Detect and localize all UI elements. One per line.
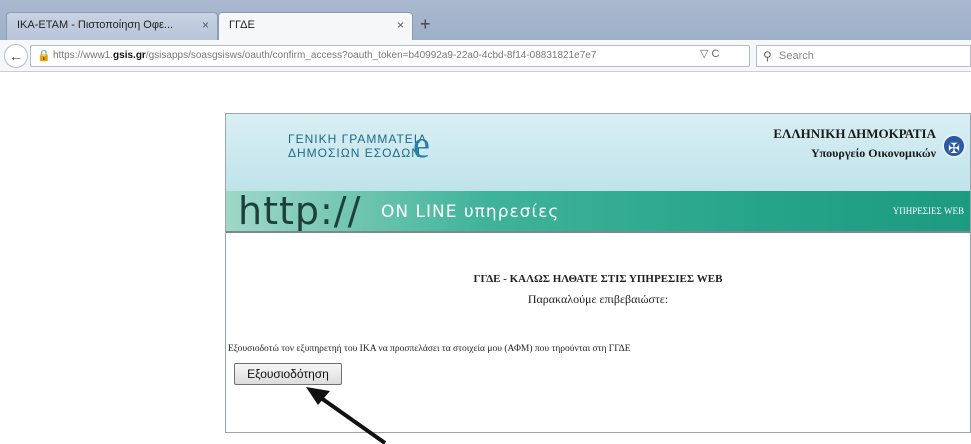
- close-tab-icon[interactable]: ×: [397, 18, 404, 32]
- back-arrow-icon[interactable]: ←: [4, 44, 28, 68]
- ministry-name: Υπουργείο Οικονομικών: [810, 146, 936, 160]
- search-placeholder: Search: [779, 50, 814, 62]
- http-logo-text: http://: [238, 189, 362, 233]
- republic-title: ΕΛΛΗΝΙΚΗ ΔΗΜΟΚΡΑΤΙΑ Υπουργείο Οικονομικώ…: [773, 126, 936, 161]
- url-path: /gsisapps/soasgsisws/oauth/confirm_acces…: [145, 50, 597, 61]
- welcome-heading: ΓΓΔΕ - ΚΑΛΩΣ ΗΛΘΑΤΕ ΣΤΙΣ ΥΠΗΡΕΣΙΕΣ WEB: [473, 273, 723, 285]
- search-icon: ⚲: [763, 49, 772, 63]
- tab-ggde-label: ΓΓΔΕ: [229, 19, 255, 31]
- web-services-label: ΥΠΗΡΕΣΙΕΣ WEB: [892, 206, 964, 216]
- consent-text: Εξουσιοδοτώ τον εξυπηρετηή του ΙΚΑ να πρ…: [228, 344, 631, 354]
- close-tab-icon[interactable]: ×: [202, 18, 209, 32]
- search-input[interactable]: ⚲ Search: [756, 45, 971, 67]
- pointer-arrow-icon: [306, 387, 387, 444]
- republic-name: ΕΛΛΗΝΙΚΗ ΔΗΜΟΚΡΑΤΙΑ: [773, 126, 936, 141]
- reload-icon[interactable]: ▽ C: [700, 47, 719, 60]
- url-prefix: https://www1.: [53, 50, 114, 61]
- tab-strip: ΙΚΑ-ΕΤΑΜ - Πιστοποίηση Οφε... × ΓΓΔΕ × +: [0, 0, 971, 40]
- lock-icon: 🔒: [37, 50, 51, 62]
- gsis-line-1: ΓΕΝΙΚΗ ΓΡΑΜΜΑΤΕΙΑ: [288, 132, 428, 146]
- navigation-bar: ← 🔒 https://www1.gsis.gr/gsisapps/soasgs…: [0, 40, 971, 72]
- address-bar[interactable]: 🔒 https://www1.gsis.gr/gsisapps/soasgsis…: [30, 45, 750, 67]
- header-banner: ΓΕΝΙΚΗ ΓΡΑΜΜΑΤΕΙΑ ΔΗΜΟΣΙΩΝ ΕΣΟΔΩΝ e ΕΛΛΗ…: [226, 114, 970, 191]
- new-tab-icon[interactable]: +: [420, 14, 431, 35]
- online-services-strip: http:// ON LINE υπηρεσίες ΥΠΗΡΕΣΙΕΣ WEB: [226, 189, 970, 233]
- tab-ika[interactable]: ΙΚΑ-ΕΤΑΜ - Πιστοποίηση Οφε... ×: [6, 12, 218, 40]
- gsis-logo-text: ΓΕΝΙΚΗ ΓΡΑΜΜΑΤΕΙΑ ΔΗΜΟΣΙΩΝ ΕΣΟΔΩΝ: [288, 132, 427, 160]
- online-services-text: ON LINE υπηρεσίες: [381, 202, 560, 222]
- e-logo-icon: e: [413, 124, 430, 166]
- confirm-prompt: Παρακαλούμε επιβεβαιώστε:: [527, 292, 669, 306]
- greek-crest-icon: ✠: [942, 134, 966, 158]
- gsis-line-2: ΔΗΜΟΣΙΩΝ ΕΣΟΔΩΝ: [288, 146, 421, 160]
- tab-ggde[interactable]: ΓΓΔΕ ×: [218, 12, 413, 40]
- authorize-button[interactable]: Εξουσιοδότηση: [234, 363, 342, 385]
- url-domain: gsis.gr: [113, 50, 146, 61]
- tab-ika-label: ΙΚΑ-ΕΤΑΜ - Πιστοποίηση Οφε...: [17, 19, 174, 31]
